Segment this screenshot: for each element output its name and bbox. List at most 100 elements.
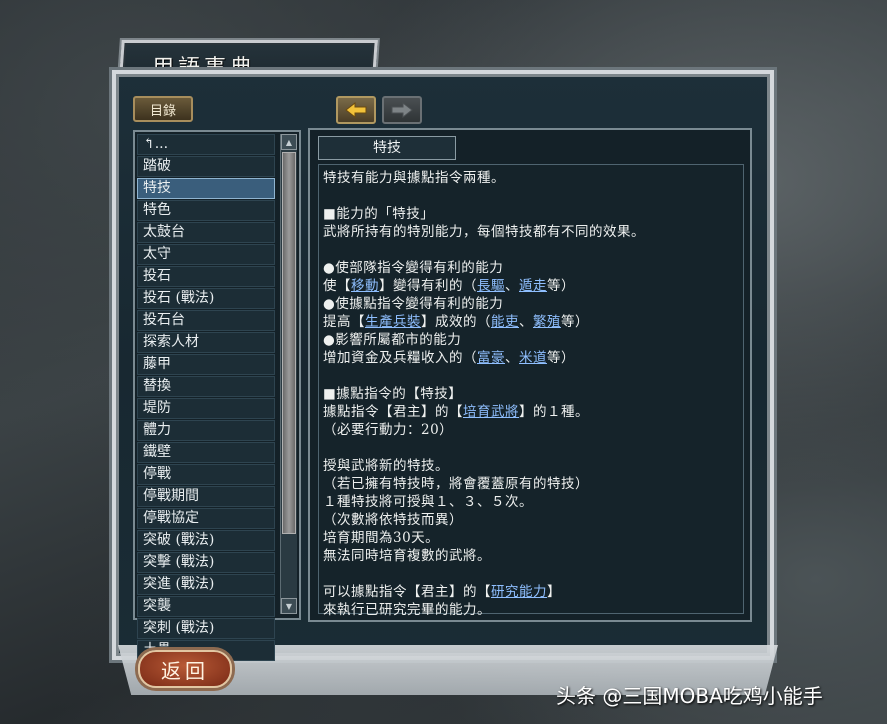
entry-text-segment: 授與武將新的特技。 [323,458,449,474]
entry-text-segment: ■據點指令的【特技】 [323,386,463,402]
entry-line: １種特技將可授與１、３、５次。 [323,493,739,511]
entry-line: 增加資金及兵糧收入的（富豪、米道等） [323,349,739,367]
scroll-thumb[interactable] [282,152,296,534]
entry-text-segment: ●使部隊指令變得有利的能力 [323,260,504,276]
term-link[interactable]: 培育武將 [463,404,519,420]
return-button[interactable]: 返回 [138,650,232,688]
watermark: 头条 @三国MOBA吃鸡小能手 [556,684,823,708]
term-link[interactable]: 研究能力 [491,584,547,600]
term-list: ↰... 踏破 特技 特色 太鼓台 太守 投石 投石 (戰法) 投石台 探索人材 藤甲 替換 堤防 體力鐵… [137,134,275,662]
entry-text-segment: １種特技將可授與１、３、５次。 [323,494,533,510]
list-item[interactable]: 投石 [137,266,275,287]
list-item[interactable]: 太守 [137,244,275,265]
entry-text-segment: 培育期間為30天。 [323,530,440,546]
entry-text-segment: 、 [505,278,519,294]
scroll-down-icon[interactable]: ▼ [281,598,297,614]
entry-text-segment: 據點指令【君主】的【 [323,404,463,420]
entry-line [323,367,739,385]
term-link[interactable]: 富豪 [477,350,505,366]
list-item[interactable]: 突刺 (戰法) [137,618,275,639]
list-item[interactable]: 突擊 (戰法) [137,552,275,573]
scroll-up-icon[interactable]: ▲ [281,134,297,150]
list-item[interactable]: 太鼓台 [137,222,275,243]
entry-text-segment: 】成效的（ [421,314,491,330]
forward-button[interactable] [382,96,422,124]
entry-line [323,241,739,259]
entry-text-segment: 】的１種。 [519,404,589,420]
list-item[interactable]: 堤防 [137,398,275,419]
entry-line [323,187,739,205]
entry-text-segment: 】 [547,584,561,600]
list-item[interactable]: 投石台 [137,310,275,331]
entry-text-segment: ●影響所屬都市的能力 [323,332,462,348]
list-item-parent[interactable]: ↰... [137,134,275,155]
contents-button[interactable]: 目錄 [133,96,193,122]
entry-line: 特技有能力與據點指令兩種。 [323,169,739,187]
entry-line: 培育期間為30天。 [323,529,739,547]
term-link[interactable]: 繁殖 [533,314,561,330]
entry-text-segment: （必要行動力：20） [323,422,454,438]
list-item[interactable]: 探索人材 [137,332,275,353]
entry-text-segment: （若已擁有特技時，將會覆蓋原有的特技） [323,476,589,492]
entry-text-segment: 武將所持有的特別能力，每個特技都有不同的效果。 [323,224,645,240]
entry-text-segment: 等） [547,350,575,366]
entry-text-segment: ■能力的「特技」 [323,206,435,222]
entry-text-segment: 、 [519,314,533,330]
entry-text-segment: 、 [505,350,519,366]
entry-text-segment: 提高【 [323,314,365,330]
list-item[interactable]: 替換 [137,376,275,397]
entry-text-segment: 無法同時培育複數的武將。 [323,548,491,564]
entry-line: 可以據點指令【君主】的【研究能力】 [323,583,739,601]
list-item[interactable]: 投石 (戰法) [137,288,275,309]
list-item[interactable]: 停戰期間 [137,486,275,507]
list-item[interactable]: 特技 [137,178,275,199]
entry-text-segment: 使【 [323,278,351,294]
term-link[interactable]: 移動 [351,278,379,294]
entry-line: ●使部隊指令變得有利的能力 [323,259,739,277]
entry-line: 無法同時培育複數的武將。 [323,547,739,565]
entry-line: ■能力的「特技」 [323,205,739,223]
entry-text-segment: （次數將依特技而異） [323,512,463,528]
list-item[interactable]: 突破 (戰法) [137,530,275,551]
list-scrollbar[interactable]: ▲ ▼ [280,134,297,614]
list-item[interactable]: 體力 [137,420,275,441]
list-item[interactable]: 踏破 [137,156,275,177]
list-item[interactable]: 特色 [137,200,275,221]
list-item[interactable]: 突襲 [137,596,275,617]
list-item[interactable]: 藤甲 [137,354,275,375]
entry-line: 據點指令【君主】的【培育武將】的１種。 [323,403,739,421]
term-link[interactable]: 米道 [519,350,547,366]
entry-line: ■據點指令的【特技】 [323,385,739,403]
entry-line: 使【移動】變得有利的（長驅、遁走等） [323,277,739,295]
entry-text-segment: 來執行已研究完畢的能力。 [323,602,491,618]
list-item[interactable]: 停戰 [137,464,275,485]
term-link[interactable]: 生產兵裝 [365,314,421,330]
entry-text: 特技有能力與據點指令兩種。 ■能力的「特技」武將所持有的特別能力，每個特技都有不同… [323,169,739,619]
entry-body: 特技有能力與據點指令兩種。 ■能力的「特技」武將所持有的特別能力，每個特技都有不同… [318,164,744,618]
entry-text-segment: 可以據點指令【君主】的【 [323,584,491,600]
term-list-panel: ↰... 踏破 特技 特色 太鼓台 太守 投石 投石 (戰法) 投石台 探索人材 藤甲 替換 堤防 體力鐵… [133,130,301,661]
entry-line: （必要行動力：20） [323,421,739,439]
list-item[interactable]: 突進 (戰法) [137,574,275,595]
list-item[interactable]: 鐵壁 [137,442,275,463]
entry-line: 來執行已研究完畢的能力。 [323,601,739,619]
entry-line [323,565,739,583]
term-link[interactable]: 遁走 [519,278,547,294]
entry-text-segment: 】變得有利的（ [379,278,477,294]
term-link[interactable]: 長驅 [477,278,505,294]
arrow-right-icon [391,102,413,118]
entry-line: （次數將依特技而異） [323,511,739,529]
entry-title: 特技 [318,136,456,160]
entry-panel: 特技 特技有能力與據點指令兩種。 ■能力的「特技」武將所持有的特別能力，每個特技都… [308,128,752,622]
entry-line: ●使據點指令變得有利的能力 [323,295,739,313]
entry-line: 授與武將新的特技。 [323,457,739,475]
entry-text-segment: 等） [547,278,575,294]
entry-line: 提高【生產兵裝】成效的（能吏、繁殖等） [323,313,739,331]
back-button[interactable] [336,96,376,124]
term-link[interactable]: 能吏 [491,314,519,330]
list-item[interactable]: 停戰協定 [137,508,275,529]
entry-line [323,439,739,457]
entry-text-segment: 增加資金及兵糧收入的（ [323,350,477,366]
entry-line: ●影響所屬都市的能力 [323,331,739,349]
entry-text-segment: 特技有能力與據點指令兩種。 [323,170,505,186]
